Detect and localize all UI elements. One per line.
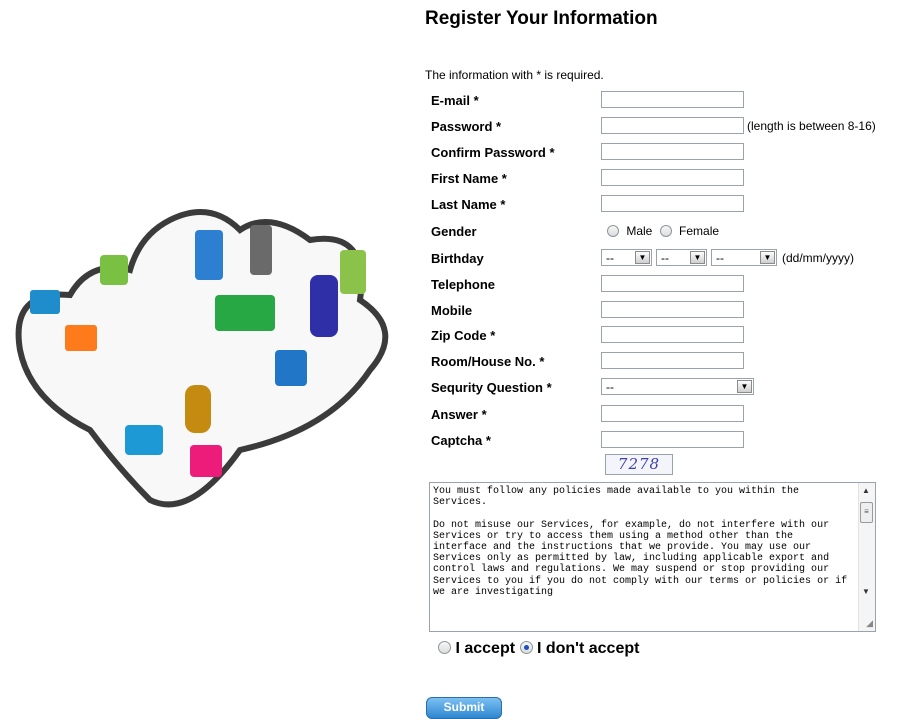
room-house-field[interactable]	[601, 352, 744, 369]
chevron-down-icon[interactable]: ▼	[690, 251, 705, 264]
birthday-format-hint: (dd/mm/yyyy)	[782, 251, 854, 265]
birthday-day-value: --	[606, 251, 614, 265]
security-question-value: --	[606, 380, 614, 394]
email-field[interactable]	[601, 91, 744, 108]
answer-field[interactable]	[601, 405, 744, 422]
room-house-label: Room/House No. *	[431, 354, 545, 369]
gender-male-radio[interactable]	[607, 225, 619, 237]
terms-text: You must follow any policies made availa…	[433, 486, 848, 598]
terms-scrollbar[interactable]: ▲ ≡ ▼	[858, 483, 875, 631]
birthday-day-select[interactable]: -- ▼	[601, 249, 652, 266]
telephone-label: Telephone	[431, 277, 496, 292]
last-name-label: Last Name *	[431, 197, 506, 212]
birthday-year-select[interactable]: -- ▼	[711, 249, 777, 266]
terms-textarea[interactable]: You must follow any policies made availa…	[429, 482, 876, 632]
chevron-down-icon[interactable]: ▼	[635, 251, 650, 264]
birthday-month-select[interactable]: -- ▼	[656, 249, 707, 266]
email-label: E-mail *	[431, 93, 479, 108]
decline-radio[interactable]	[519, 641, 533, 654]
accept-label: I accept	[455, 640, 516, 657]
first-name-label: First Name *	[431, 171, 507, 186]
mobile-label: Mobile	[431, 303, 473, 318]
mobile-field[interactable]	[601, 301, 744, 318]
required-note: The information with * is required.	[425, 68, 604, 82]
page-title: Register Your Information	[425, 8, 658, 29]
confirm-password-label: Confirm Password *	[431, 145, 555, 160]
last-name-field[interactable]	[601, 195, 744, 212]
password-label: Password *	[431, 119, 502, 134]
answer-label: Answer *	[431, 407, 487, 422]
decline-label: I don't accept	[536, 640, 640, 657]
password-field[interactable]	[601, 117, 744, 134]
puzzle-heart-illustration	[15, 209, 389, 508]
captcha-label: Captcha *	[431, 433, 491, 448]
gender-female-radio[interactable]	[659, 225, 672, 237]
captcha-field[interactable]	[601, 431, 744, 448]
accept-radio[interactable]	[438, 641, 451, 654]
security-question-select[interactable]: -- ▼	[601, 378, 754, 395]
agreement-options: I accept I don't accept	[438, 640, 639, 658]
zip-code-label: Zip Code *	[431, 328, 496, 343]
gender-options: Male Female	[607, 224, 723, 238]
scroll-down-icon[interactable]: ▼	[862, 587, 870, 596]
scroll-up-icon[interactable]: ▲	[862, 486, 870, 495]
submit-button[interactable]: Submit	[426, 697, 502, 719]
gender-female-label: Female	[679, 224, 720, 238]
birthday-label: Birthday	[431, 251, 484, 266]
gender-male-label: Male	[626, 224, 653, 238]
telephone-field[interactable]	[601, 275, 744, 292]
confirm-password-field[interactable]	[601, 143, 744, 160]
first-name-field[interactable]	[601, 169, 744, 186]
chevron-down-icon[interactable]: ▼	[737, 380, 752, 393]
resize-grip-icon[interactable]: ◢	[866, 618, 873, 629]
zip-code-field[interactable]	[601, 326, 744, 343]
captcha-image: 7278	[605, 454, 673, 475]
chevron-down-icon[interactable]: ▼	[760, 251, 775, 264]
birthday-year-value: --	[716, 251, 724, 265]
birthday-month-value: --	[661, 251, 669, 265]
gender-label: Gender	[431, 224, 477, 239]
scroll-thumb[interactable]: ≡	[860, 502, 873, 523]
security-question-label: Sequrity Question *	[431, 380, 552, 395]
password-hint: (length is between 8-16)	[747, 119, 876, 133]
